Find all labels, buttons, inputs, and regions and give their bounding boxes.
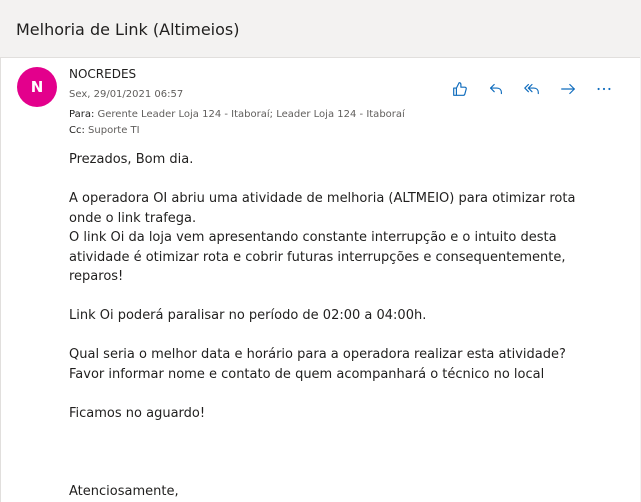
subject-bar: Melhoria de Link (Altimeios) bbox=[0, 0, 641, 58]
message-actions bbox=[442, 78, 622, 100]
body-closing: Atenciosamente, bbox=[69, 483, 179, 499]
body-paragraph-5: Ficamos no aguardo! bbox=[69, 405, 206, 421]
email-subject: Melhoria de Link (Altimeios) bbox=[16, 20, 240, 39]
sender-name[interactable]: NOCREDES bbox=[69, 67, 136, 81]
message-body: Prezados, Bom dia. A operadora OI abriu … bbox=[69, 150, 609, 501]
body-paragraph-1-line-2: onde o link trafega. bbox=[69, 210, 197, 226]
forward-icon bbox=[561, 83, 575, 95]
more-actions-button[interactable] bbox=[586, 78, 622, 100]
body-paragraph-4-line-1: Qual seria o melhor data e horário para … bbox=[69, 347, 566, 362]
body-paragraph-3: Link Oi poderá paralisar no período de 0… bbox=[69, 308, 427, 323]
message-date: Sex, 29/01/2021 06:57 bbox=[69, 89, 184, 100]
reply-all-button[interactable] bbox=[514, 78, 550, 100]
message-card: N NOCREDES Sex, 29/01/2021 06:57 Para: G… bbox=[0, 57, 640, 502]
body-greeting: Prezados, Bom dia. bbox=[69, 152, 194, 167]
reply-button[interactable] bbox=[478, 78, 514, 100]
avatar[interactable]: N bbox=[17, 67, 57, 107]
recipients-to: Para: Gerente Leader Loja 124 - Itaboraí… bbox=[69, 109, 405, 120]
body-paragraph-2-line-3: reparos! bbox=[69, 269, 124, 284]
body-paragraph-4-line-2: Favor informar nome e contato de quem ac… bbox=[69, 366, 545, 382]
like-button[interactable] bbox=[442, 78, 478, 100]
reply-all-icon bbox=[524, 83, 539, 95]
more-icon bbox=[597, 87, 611, 91]
thumbs-up-icon bbox=[453, 82, 467, 96]
cc-value[interactable]: Suporte TI bbox=[88, 125, 140, 136]
body-paragraph-2-line-2: atividade é otimizar rota e cobrir futur… bbox=[69, 249, 566, 265]
forward-button[interactable] bbox=[550, 78, 586, 100]
reply-icon bbox=[490, 83, 502, 95]
to-label: Para: bbox=[69, 109, 95, 120]
recipients-cc: Cc: Suporte TI bbox=[69, 125, 140, 136]
body-paragraph-1-line-1: A operadora OI abriu uma atividade de me… bbox=[69, 191, 576, 206]
to-value[interactable]: Gerente Leader Loja 124 - Itaboraí; Lead… bbox=[98, 109, 405, 120]
cc-label: Cc: bbox=[69, 125, 85, 136]
body-paragraph-2-line-1: O link Oi da loja vem apresentando const… bbox=[69, 230, 557, 245]
